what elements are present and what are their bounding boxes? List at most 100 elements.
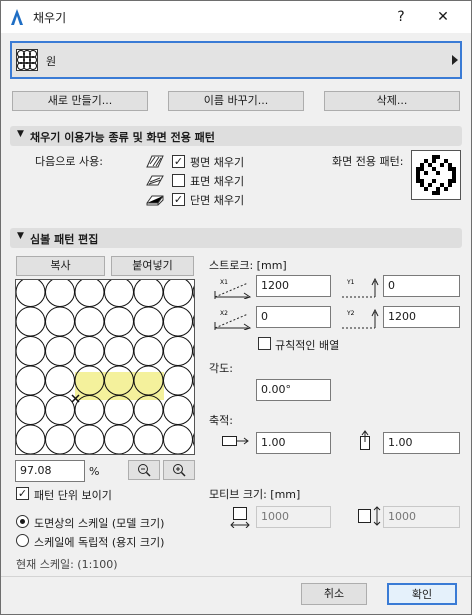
pattern-circle	[45, 424, 75, 454]
pattern-circle	[163, 424, 193, 454]
pattern-circle	[163, 306, 193, 337]
pattern-circle	[45, 306, 75, 337]
new-button[interactable]: 새로 만들기...	[12, 91, 148, 111]
pattern-circle	[192, 432, 194, 447]
svg-text:Y2: Y2	[346, 310, 355, 317]
surface-fill-checkbox[interactable]	[172, 174, 185, 187]
rename-button[interactable]: 이름 바꾸기...	[168, 91, 304, 111]
pattern-circle	[74, 424, 105, 454]
pattern-circle	[16, 336, 46, 366]
vertical-scale-icon	[358, 430, 372, 453]
floor-plan-fill-checkbox[interactable]: ✓	[172, 155, 185, 168]
svg-text:X2: X2	[220, 310, 228, 317]
pattern-circle	[133, 306, 164, 337]
zoom-in-button[interactable]	[163, 460, 195, 480]
pattern-circle	[133, 336, 164, 366]
x1-icon: X1	[214, 277, 252, 302]
scale-paper-radio[interactable]	[16, 534, 29, 547]
pattern-circle	[104, 280, 134, 307]
zoom-input[interactable]: 97.08	[15, 460, 85, 482]
pattern-circle	[45, 395, 75, 425]
cut-fill-checkbox[interactable]: ✓	[172, 193, 185, 206]
help-button[interactable]: ?	[381, 5, 421, 29]
use-as-label: 다음으로 사용:	[35, 155, 103, 168]
pattern-circle	[45, 336, 75, 366]
stroke-label: 스트로크: [mm]	[209, 259, 287, 272]
pattern-circle	[45, 365, 75, 396]
floor-plan-fill-icon	[146, 154, 164, 171]
x2-icon: X2	[214, 308, 252, 333]
y1-input[interactable]: 0	[383, 275, 460, 297]
fill-dialog: 채우기 ? ✕ 원 새로 만들기... 이름 바꾸기... 삭제... ▼ 채우…	[0, 0, 472, 615]
paste-button[interactable]: 붙여넣기	[111, 256, 194, 276]
availability-section-header[interactable]: ▼ 채우기 이용가능 종류 및 화면 전용 패턴	[10, 126, 462, 146]
scale-y-input[interactable]: 1.00	[383, 432, 460, 454]
current-scale-text: 현재 스케일: (1:100)	[16, 558, 118, 571]
ok-button[interactable]: 확인	[387, 583, 457, 605]
availability-section-title: 채우기 이용가능 종류 및 화면 전용 패턴	[30, 131, 215, 144]
y1-icon: Y1	[341, 277, 379, 302]
collapse-triangle-icon: ▼	[17, 231, 24, 241]
pattern-circle	[104, 306, 134, 337]
pattern-circle	[45, 280, 75, 307]
delete-button[interactable]: 삭제...	[324, 91, 460, 111]
angle-label: 각도:	[209, 362, 233, 375]
pattern-circle	[163, 336, 193, 366]
scale-model-radio[interactable]	[16, 515, 29, 528]
window-title: 채우기	[33, 11, 67, 25]
pattern-circle	[74, 280, 105, 307]
motif-height-icon	[357, 506, 381, 529]
pattern-preview-canvas[interactable]	[15, 279, 195, 455]
zoom-out-button[interactable]	[128, 460, 160, 480]
pattern-circle	[16, 395, 46, 425]
y2-icon: Y2	[341, 308, 379, 333]
scale-paper-label: 스케일에 독립적 (용지 크기)	[34, 536, 165, 549]
screen-pattern-label: 화면 전용 패턴:	[332, 155, 404, 168]
copy-button[interactable]: 복사	[16, 256, 105, 276]
zoom-unit: %	[89, 465, 100, 478]
circle-pattern-thumbnail-icon	[16, 49, 38, 74]
surface-fill-icon	[146, 173, 164, 190]
cancel-button[interactable]: 취소	[301, 583, 367, 605]
show-tile-label: 패턴 단위 보이기	[34, 489, 112, 502]
cut-fill-label: 단면 채우기	[190, 194, 245, 207]
collapse-triangle-icon: ▼	[17, 129, 24, 139]
archicad-app-icon	[9, 8, 25, 29]
pattern-circle	[133, 280, 164, 307]
svg-text:X1: X1	[220, 279, 228, 286]
horizontal-scale-icon	[222, 434, 250, 451]
motif-width-icon	[230, 506, 250, 531]
pattern-circle	[163, 365, 193, 396]
pattern-circle	[104, 336, 134, 366]
arrow-right-icon	[452, 55, 458, 68]
regular-layout-checkbox[interactable]	[258, 337, 271, 350]
pattern-circle	[192, 344, 194, 358]
pattern-circle	[74, 306, 105, 337]
pattern-circle	[192, 403, 194, 417]
motif-height-input[interactable]: 1000	[383, 506, 460, 528]
cut-fill-icon	[146, 192, 164, 209]
fill-type-selector[interactable]: 원	[10, 41, 462, 79]
motif-width-input[interactable]: 1000	[256, 506, 331, 528]
x1-input[interactable]: 1200	[256, 275, 331, 297]
pattern-circle	[16, 306, 46, 337]
close-button[interactable]: ✕	[423, 5, 463, 29]
pattern-circle	[16, 424, 46, 454]
x2-input[interactable]: 0	[256, 306, 331, 328]
motif-size-label: 모티브 크기: [mm]	[209, 488, 301, 501]
screen-pattern-editor[interactable]	[411, 150, 461, 200]
screen-pattern-grid-icon	[416, 155, 456, 195]
edit-pattern-section-header[interactable]: ▼ 심볼 패턴 편집	[10, 228, 462, 248]
zoom-in-icon	[173, 464, 186, 477]
edit-pattern-section-title: 심볼 패턴 편집	[30, 233, 99, 246]
y2-input[interactable]: 1200	[383, 306, 460, 328]
zoom-out-icon	[138, 464, 151, 477]
pattern-circle	[192, 314, 194, 329]
pattern-circle	[133, 424, 164, 454]
scale-x-input[interactable]: 1.00	[256, 432, 331, 454]
pattern-circle	[163, 395, 193, 425]
floor-plan-fill-label: 평면 채우기	[190, 156, 245, 169]
angle-input[interactable]: 0.00°	[256, 379, 331, 401]
pattern-circle	[16, 280, 46, 307]
show-tile-checkbox[interactable]: ✓	[16, 487, 29, 500]
